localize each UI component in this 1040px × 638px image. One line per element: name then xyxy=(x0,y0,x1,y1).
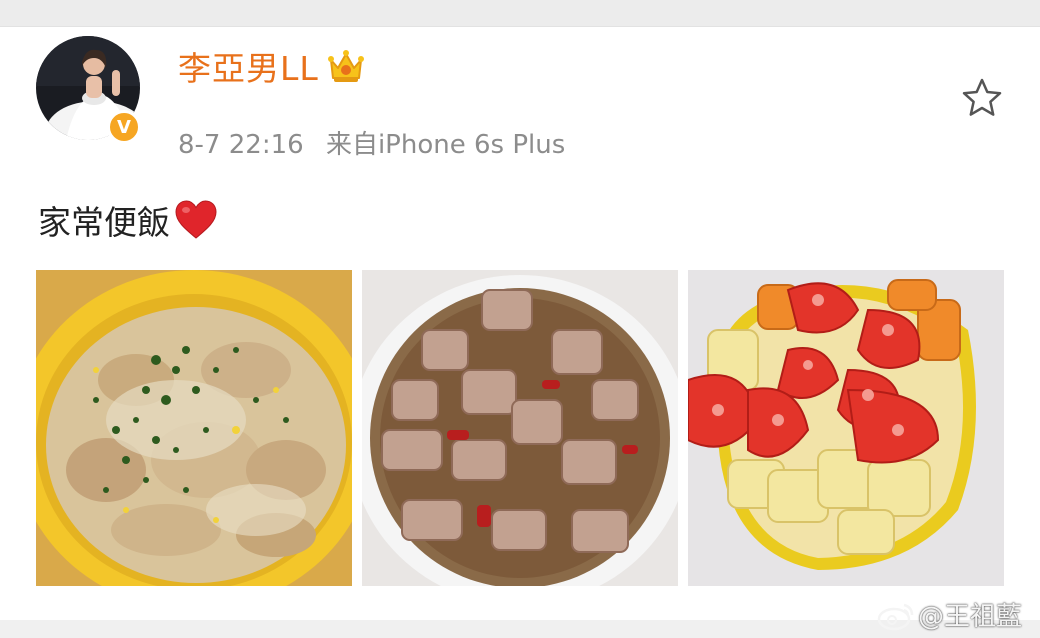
post-text-row: 家常便飯 xyxy=(38,196,218,244)
weibo-logo-icon xyxy=(877,603,914,630)
post-text: 家常便飯 xyxy=(38,203,170,242)
creamy-chicken-dish-photo[interactable] xyxy=(36,270,352,586)
username[interactable]: 李亞男LL xyxy=(178,42,319,90)
heart-icon xyxy=(175,200,217,239)
photo-3-image xyxy=(688,270,1004,586)
user-row: 李亞男LL xyxy=(178,46,365,88)
post-source: 来自iPhone 6s Plus xyxy=(325,130,566,160)
photo-2-image xyxy=(362,270,678,586)
photo-1-image xyxy=(36,270,352,586)
braised-pork-ribs-photo[interactable] xyxy=(362,270,678,586)
star-icon[interactable] xyxy=(960,76,1004,120)
tomato-potato-carrot-photo[interactable] xyxy=(688,270,1004,586)
watermark-text: @王祖藍 xyxy=(918,602,1023,632)
post-time: 8-7 22:16 xyxy=(178,130,304,160)
watermark: @王祖藍 xyxy=(876,596,1022,633)
post-meta: 8-7 22:16 来自iPhone 6s Plus xyxy=(178,124,565,161)
top-strip xyxy=(0,0,1040,27)
verified-badge-label: V xyxy=(117,116,131,138)
verified-badge: V xyxy=(107,110,141,144)
crown-icon[interactable] xyxy=(327,48,365,84)
